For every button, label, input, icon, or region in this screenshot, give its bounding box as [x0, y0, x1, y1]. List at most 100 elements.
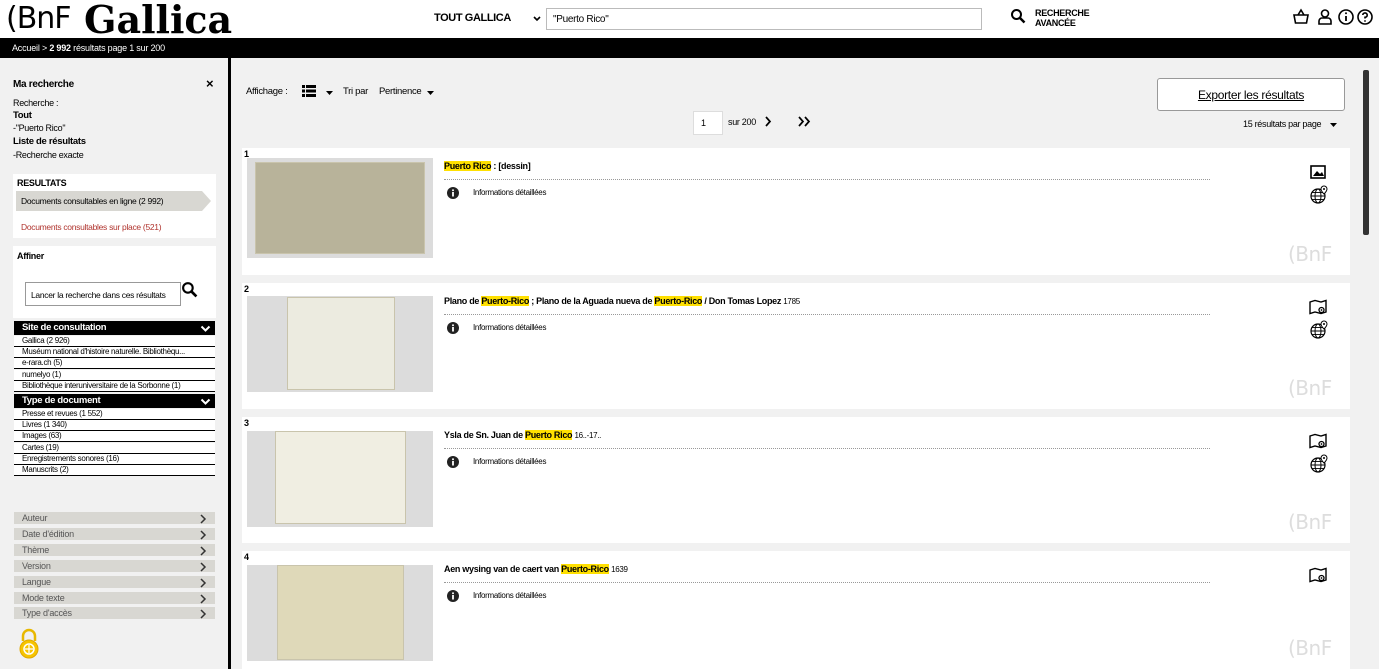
last-page-icon[interactable] [798, 116, 811, 127]
search-icon[interactable] [1010, 8, 1026, 24]
chevron-right-icon[interactable] [199, 609, 207, 619]
title-text: Plano de [444, 296, 482, 306]
next-page-icon[interactable] [764, 116, 772, 127]
facet-title: Version [22, 560, 51, 571]
list-view-icon[interactable] [302, 85, 316, 97]
result-number: 3 [244, 418, 250, 428]
result-number: 2 [244, 284, 250, 294]
facet-option[interactable]: Manuscrits (2) [14, 465, 215, 476]
map-image[interactable] [277, 565, 404, 660]
result-title[interactable]: Plano de Puerto-Rico ; Plano de la Aguad… [444, 296, 800, 306]
facet-header[interactable]: Site de consultation [14, 321, 215, 335]
map-image[interactable] [255, 162, 425, 254]
gallica-logo[interactable]: Gallica [84, 0, 232, 42]
highlight: Puerto-Rico [654, 296, 703, 306]
map-image[interactable] [287, 297, 395, 390]
info-icon[interactable] [1337, 8, 1355, 26]
user-icon[interactable] [1316, 8, 1334, 26]
title-separator [444, 582, 1210, 583]
map-image[interactable] [275, 431, 406, 524]
basket-icon[interactable] [1292, 8, 1310, 26]
scrollbar-thumb[interactable] [1363, 70, 1369, 235]
onsite-documents-filter[interactable]: Documents consultables sur place (521) [21, 222, 162, 232]
facet-title: Site de consultation [22, 322, 107, 333]
facet-option[interactable]: Presse et revues (1 552) [14, 409, 215, 420]
advanced-search-link[interactable]: RECHERCHE AVANCÉE [1035, 8, 1090, 28]
breadcrumb: Accueil > 2 992 résultats page 1 sur 200 [0, 38, 1379, 58]
caret-down-icon[interactable] [326, 91, 333, 96]
facet-collapsed[interactable]: Mode texte [14, 591, 215, 606]
chevron-down-icon[interactable] [200, 323, 211, 334]
info-icon[interactable] [447, 322, 459, 334]
search-criteria-line: Tout [13, 110, 32, 121]
breadcrumb-home[interactable]: Accueil [12, 43, 40, 53]
facet-collapsed[interactable]: Version [14, 559, 215, 574]
facet-option[interactable]: Muséum national d'histoire naturelle. Bi… [14, 347, 215, 359]
facet-option[interactable]: Enregistrements sonores (16) [14, 453, 215, 465]
bnf-watermark: (BnF [1288, 636, 1332, 660]
map-icon [1309, 299, 1327, 315]
facet-option[interactable]: Images (63) [14, 431, 215, 443]
facet-collapsed[interactable]: Type d'accès [14, 607, 215, 622]
chevron-right-icon[interactable] [199, 578, 207, 588]
bnf-logo[interactable]: (BnF [6, 1, 72, 36]
highlight: Puerto-Rico [561, 564, 609, 574]
refine-search-input[interactable]: Lancer la recherche dans ces résultats [25, 282, 181, 306]
facet-option[interactable]: numelyo (1) [14, 369, 215, 381]
facet-header[interactable]: Type de document [14, 394, 215, 408]
detailed-info-link[interactable]: Informations détaillées [473, 457, 546, 466]
detailed-info-link[interactable]: Informations détaillées [473, 323, 546, 332]
caret-down-icon[interactable] [1330, 123, 1337, 128]
facet-collapsed[interactable]: Thème [14, 543, 215, 558]
facet-option[interactable]: Gallica (2 926) [14, 336, 215, 347]
result-title[interactable]: Ysla de Sn. Juan de Puerto Rico 16..-17.… [444, 430, 601, 440]
search-icon[interactable] [181, 281, 198, 298]
title-text: Aen wysing van de caert van [444, 564, 562, 574]
result-title[interactable]: Aen wysing van de caert van Puerto-Rico … [444, 564, 628, 574]
info-icon[interactable] [447, 456, 459, 468]
highlight: Puerto Rico [525, 430, 573, 440]
result-date: 1639 [611, 565, 628, 574]
help-icon[interactable] [1356, 8, 1374, 26]
chevron-right-icon[interactable] [199, 530, 207, 540]
search-criteria-line: -Recherche exacte [13, 150, 84, 160]
facet-title: Type de document [22, 395, 101, 406]
sort-select[interactable]: Pertinence [379, 86, 422, 97]
facet-option[interactable]: Livres (1 340) [14, 420, 215, 432]
chevron-right-icon[interactable] [199, 514, 207, 524]
facet-option[interactable]: e-rara.ch (5) [14, 358, 215, 370]
chevron-down-icon[interactable] [200, 396, 211, 407]
facet-collapsed[interactable]: Auteur [14, 512, 215, 526]
search-input[interactable] [546, 8, 982, 30]
facet-option[interactable]: Cartes (19) [14, 442, 215, 454]
chevron-down-icon[interactable] [533, 15, 541, 23]
caret-down-icon[interactable] [427, 91, 434, 96]
globe-icon [1310, 320, 1328, 339]
detailed-info-link[interactable]: Informations détaillées [473, 188, 546, 197]
result-number: 4 [244, 552, 250, 562]
per-page-select[interactable]: 15 résultats par page [1243, 119, 1322, 129]
title-text: ; Plano de la Aguada nueva de [529, 296, 655, 306]
info-icon[interactable] [447, 187, 459, 199]
search-scope-select[interactable]: TOUT GALLICA [434, 12, 511, 24]
export-results-button[interactable]: Exporter les résultats [1157, 78, 1345, 111]
chevron-right-icon[interactable] [199, 562, 207, 572]
close-icon[interactable]: × [206, 76, 214, 91]
lock-icon[interactable] [16, 628, 42, 660]
page-number-input[interactable]: 1 [693, 111, 723, 135]
info-icon[interactable] [447, 590, 459, 602]
facet-title: Thème [22, 544, 50, 555]
online-documents-filter[interactable]: Documents consultables en ligne (2 992) [16, 191, 202, 211]
detailed-info-link[interactable]: Informations détaillées [473, 591, 546, 600]
facet-collapsed[interactable]: Date d'édition [14, 527, 215, 542]
result-title[interactable]: Puerto Rico : [dessin] [444, 161, 531, 171]
facet-option[interactable]: Bibliothèque interuniversitaire de la So… [14, 380, 215, 392]
facet-title: Type d'accès [22, 608, 72, 619]
header: (BnF Gallica TOUT GALLICA RECHERCHE AVAN… [0, 0, 1379, 42]
map-icon [1309, 433, 1327, 449]
chevron-right-icon[interactable] [199, 546, 207, 556]
chevron-right-icon[interactable] [199, 593, 207, 604]
result-count: 2 992 [49, 43, 71, 53]
facet-collapsed[interactable]: Langue [14, 575, 215, 590]
search-criteria-line: Liste de résultats [13, 136, 86, 147]
